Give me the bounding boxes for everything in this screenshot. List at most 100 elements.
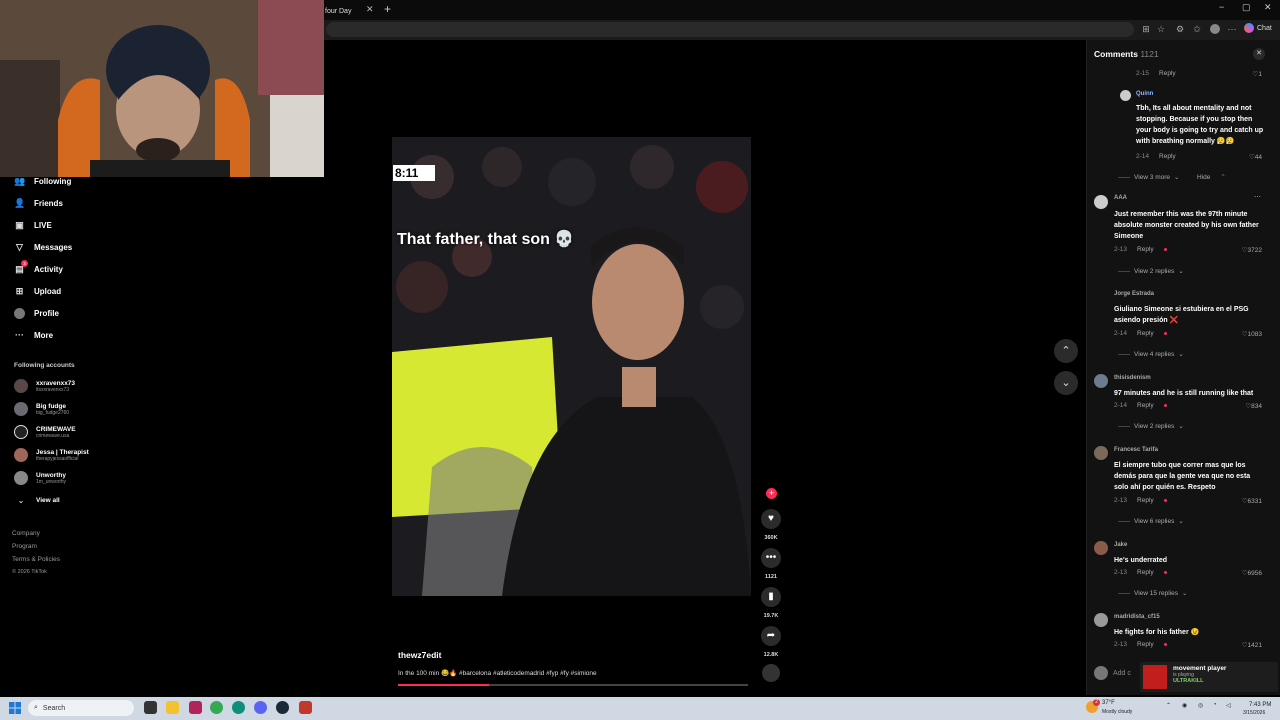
- account-item[interactable]: Jessa | Therapist therapyjessaofficial: [14, 448, 89, 462]
- sidebar-item-upload[interactable]: ⊞ Upload: [14, 284, 61, 298]
- following-icon: 👥: [14, 175, 26, 186]
- copilot-chat-button[interactable]: Chat: [1244, 23, 1272, 33]
- comment-like[interactable]: ♡6956: [1222, 569, 1262, 577]
- view-all-link[interactable]: ⌄ View all: [14, 496, 60, 505]
- favorite-star-icon[interactable]: ☆: [1156, 24, 1166, 34]
- reply-button[interactable]: Reply: [1159, 153, 1176, 160]
- reply-button[interactable]: Reply: [1137, 330, 1154, 337]
- footer-link-company[interactable]: Company: [12, 530, 40, 537]
- steam-icon[interactable]: [276, 701, 289, 714]
- minimize-icon[interactable]: −: [1219, 2, 1224, 12]
- comment-like[interactable]: ♡44: [1222, 153, 1262, 161]
- footer-link-terms[interactable]: Terms & Policies: [12, 556, 60, 563]
- clock-time[interactable]: 7:43 PM: [1249, 702, 1271, 708]
- comment-like[interactable]: ♡834: [1222, 402, 1262, 410]
- comment-username[interactable]: Jake: [1114, 542, 1127, 548]
- sidebar-item-more[interactable]: ··· More: [14, 328, 53, 342]
- collections-icon[interactable]: ✩: [1192, 24, 1202, 34]
- maximize-icon[interactable]: ▢: [1242, 2, 1251, 13]
- reply-button[interactable]: Reply: [1137, 402, 1154, 409]
- account-item[interactable]: CRIMEWAVE crimewave.usa: [14, 425, 76, 439]
- next-video-button[interactable]: ⌄: [1054, 371, 1078, 395]
- reply-button[interactable]: Reply: [1137, 497, 1154, 504]
- new-tab-button[interactable]: +: [384, 2, 391, 16]
- game-icon[interactable]: [299, 701, 312, 714]
- sidebar-item-messages[interactable]: ▽ Messages: [14, 240, 72, 254]
- account-item[interactable]: xxravenxx73 itsxxravenxx73: [14, 379, 75, 393]
- save-button[interactable]: ▮: [761, 587, 781, 607]
- view-more-replies[interactable]: View 4 replies ⌄: [1118, 350, 1184, 359]
- sidebar-item-live[interactable]: ▣ LIVE: [14, 218, 52, 232]
- reply-button[interactable]: Reply: [1137, 569, 1154, 576]
- hide-replies[interactable]: Hide ⌃: [1197, 173, 1226, 182]
- sidebar-item-following[interactable]: 👥 Following: [14, 174, 71, 188]
- view-more-replies[interactable]: View 2 replies ⌄: [1118, 267, 1184, 276]
- task-view-icon[interactable]: [144, 701, 157, 714]
- share-button[interactable]: ➦: [761, 626, 781, 646]
- avatar[interactable]: [1094, 374, 1108, 388]
- like-count: 3722: [1247, 247, 1262, 254]
- view-more-replies[interactable]: View 6 replies ⌄: [1118, 517, 1184, 526]
- activity-notification[interactable]: movement player is playing ULTRAKILL: [1140, 662, 1278, 692]
- video-author[interactable]: thewz7edit: [398, 650, 441, 660]
- like-button[interactable]: ♥: [761, 509, 781, 529]
- close-window-icon[interactable]: ✕: [1264, 2, 1272, 13]
- comment-like[interactable]: ♡1: [1222, 70, 1262, 78]
- comment-like[interactable]: ♡3722: [1222, 246, 1262, 254]
- comment-username[interactable]: thisisdenism: [1114, 375, 1151, 381]
- video-progress-bar[interactable]: [398, 684, 748, 686]
- sidebar-item-profile[interactable]: Profile: [14, 306, 59, 320]
- footer-link-program[interactable]: Program: [12, 543, 37, 550]
- comment-like[interactable]: ♡1421: [1222, 641, 1262, 649]
- comment-button[interactable]: •••: [761, 548, 781, 568]
- close-comments-button[interactable]: ✕: [1253, 48, 1265, 60]
- tab-close-icon[interactable]: ✕: [366, 4, 374, 15]
- file-explorer-icon[interactable]: [166, 701, 179, 714]
- account-name: Unworthy: [36, 471, 66, 479]
- comment-more-icon[interactable]: ⋯: [1254, 193, 1261, 201]
- chrome-icon[interactable]: [210, 701, 223, 714]
- reply-button[interactable]: Reply: [1137, 641, 1154, 648]
- previous-video-button[interactable]: ⌃: [1054, 339, 1078, 363]
- video-player[interactable]: [392, 137, 751, 596]
- edge-icon[interactable]: [232, 701, 245, 714]
- avatar[interactable]: [1094, 446, 1108, 460]
- split-view-icon[interactable]: ⊞: [1141, 24, 1151, 34]
- tray-overflow-icon[interactable]: ⌃: [1166, 702, 1171, 709]
- browser-menu-icon[interactable]: ⋯: [1227, 24, 1237, 34]
- profile-avatar-icon[interactable]: [1210, 24, 1220, 34]
- reply-button[interactable]: Reply: [1137, 246, 1154, 253]
- sound-avatar-icon[interactable]: [762, 664, 780, 682]
- windows-start-icon[interactable]: [9, 701, 21, 714]
- app-icon[interactable]: [189, 701, 202, 714]
- discord-icon[interactable]: [254, 701, 267, 714]
- taskbar-search[interactable]: ⌕ Search: [28, 700, 134, 716]
- avatar[interactable]: [1094, 613, 1108, 627]
- comment-username[interactable]: Francesc Tarifa: [1114, 447, 1158, 453]
- clock-date[interactable]: 3/15/2026: [1243, 710, 1265, 716]
- account-item[interactable]: Unworthy 1m_unworthy: [14, 471, 66, 485]
- avatar[interactable]: [1094, 195, 1108, 209]
- account-item[interactable]: Big fudge big_fudge2760: [14, 402, 69, 416]
- avatar[interactable]: [1120, 90, 1131, 101]
- extensions-icon[interactable]: ⚙: [1175, 24, 1185, 34]
- volume-icon[interactable]: ◁: [1226, 702, 1231, 709]
- sidebar-item-activity[interactable]: ▤ 3 Activity: [14, 259, 63, 276]
- tray-steam-icon[interactable]: ◎: [1198, 702, 1203, 709]
- tray-app-icon[interactable]: ◉: [1182, 702, 1187, 709]
- view-more-replies[interactable]: View 15 replies ⌄: [1118, 589, 1187, 598]
- reply-button[interactable]: Reply: [1159, 70, 1176, 77]
- comment-username[interactable]: Quinn: [1136, 91, 1153, 97]
- comment-username[interactable]: Jorge Estrada: [1114, 291, 1154, 297]
- view-more-replies[interactable]: View 2 replies ⌄: [1118, 422, 1184, 431]
- view-more-replies[interactable]: View 3 more ⌄: [1118, 173, 1179, 182]
- address-bar[interactable]: [326, 22, 1134, 37]
- comment-like[interactable]: ♡1083: [1222, 330, 1262, 338]
- follow-button[interactable]: +: [766, 488, 777, 499]
- comment-username[interactable]: madridista_cf15: [1114, 614, 1160, 620]
- comment-like[interactable]: ♡6331: [1222, 497, 1262, 505]
- avatar[interactable]: [1094, 541, 1108, 555]
- sidebar-item-friends[interactable]: 👤 Friends: [14, 196, 63, 210]
- network-icon[interactable]: ◔: [1213, 702, 1217, 708]
- comment-username[interactable]: AAA: [1114, 195, 1127, 201]
